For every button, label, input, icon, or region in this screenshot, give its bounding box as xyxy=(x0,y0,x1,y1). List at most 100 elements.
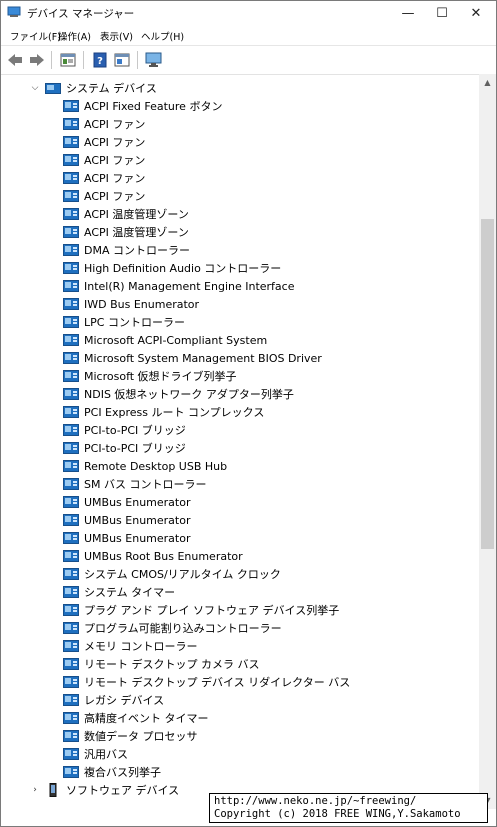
scroll-thumb[interactable] xyxy=(481,219,494,549)
maximize-button[interactable]: ☐ xyxy=(425,1,459,25)
help-button[interactable]: ? xyxy=(90,50,110,70)
device-item[interactable]: UMBus Enumerator xyxy=(63,511,191,529)
toolbar-separator xyxy=(137,51,138,69)
device-item[interactable]: Intel(R) Management Engine Interface xyxy=(63,277,294,295)
device-item[interactable]: リモート デスクトップ デバイス リダイレクター バス xyxy=(63,673,350,691)
menu-view[interactable]: 表示(V) xyxy=(100,29,133,43)
device-label: ACPI ファン xyxy=(84,190,146,203)
device-item[interactable]: 数値データ プロセッサ xyxy=(63,727,198,745)
minimize-button[interactable]: — xyxy=(391,1,425,25)
device-item[interactable]: ACPI ファン xyxy=(63,151,145,169)
device-label: Remote Desktop USB Hub xyxy=(84,459,228,473)
device-item[interactable]: システム タイマー xyxy=(63,583,175,601)
device-item[interactable]: NDIS 仮想ネットワーク アダプター列挙子 xyxy=(63,385,294,403)
device-item[interactable]: メモリ コントローラー xyxy=(63,637,198,655)
update-driver-button[interactable] xyxy=(112,50,132,70)
device-item[interactable]: ACPI ファン xyxy=(63,115,145,133)
device-label: UMBus Enumerator xyxy=(84,531,191,545)
device-label: SM バス コントローラー xyxy=(84,478,207,491)
device-label: IWD Bus Enumerator xyxy=(84,297,200,311)
device-label: UMBus Enumerator xyxy=(84,495,191,509)
device-item[interactable]: High Definition Audio コントローラー xyxy=(63,259,281,277)
device-item[interactable]: Microsoft 仮想ドライブ列挙子 xyxy=(63,367,237,385)
device-label: ACPI 温度管理ゾーン xyxy=(84,226,189,239)
scroll-up-arrow[interactable]: ▲ xyxy=(479,74,496,91)
device-item[interactable]: システム CMOS/リアルタイム クロック xyxy=(63,565,281,583)
device-item[interactable]: リモート デスクトップ カメラ バス xyxy=(63,655,260,673)
device-item[interactable]: UMBus Root Bus Enumerator xyxy=(63,547,243,565)
vertical-scrollbar[interactable]: ▲ ▼ xyxy=(479,74,496,809)
svg-text:?: ? xyxy=(97,56,103,67)
device-item[interactable]: IWD Bus Enumerator xyxy=(63,295,199,313)
menu-action[interactable]: 操作(A) xyxy=(58,29,91,43)
device-item[interactable]: ACPI ファン xyxy=(63,187,145,205)
collapse-chevron-icon[interactable]: ⌵ xyxy=(29,82,41,94)
device-label: レガシ デバイス xyxy=(84,694,165,707)
system-device-icon xyxy=(63,694,79,706)
device-item[interactable]: レガシ デバイス xyxy=(63,691,164,709)
scan-hardware-button[interactable] xyxy=(144,50,164,70)
device-item[interactable]: PCI Express ルート コンプレックス xyxy=(63,403,264,421)
system-device-icon xyxy=(63,208,79,220)
device-item[interactable]: ACPI Fixed Feature ボタン xyxy=(63,97,222,115)
system-device-icon xyxy=(63,658,79,670)
device-item[interactable]: Remote Desktop USB Hub xyxy=(63,457,227,475)
toolbar: ? xyxy=(1,45,496,74)
device-item[interactable]: ACPI ファン xyxy=(63,133,145,151)
device-item[interactable]: SM バス コントローラー xyxy=(63,475,206,493)
forward-button[interactable] xyxy=(27,50,47,70)
device-item[interactable]: DMA コントローラー xyxy=(63,241,190,259)
device-item[interactable]: UMBus Enumerator xyxy=(63,529,191,547)
properties-icon xyxy=(60,53,76,67)
device-label: ACPI ファン xyxy=(84,136,146,149)
system-device-icon xyxy=(63,730,79,742)
back-button[interactable] xyxy=(5,50,25,70)
device-label: ACPI Fixed Feature ボタン xyxy=(84,100,223,113)
properties-button[interactable] xyxy=(58,50,78,70)
category-label: ソフトウェア デバイス xyxy=(66,784,180,797)
device-item[interactable]: PCI-to-PCI ブリッジ xyxy=(63,439,186,457)
category-label: システム デバイス xyxy=(66,82,157,95)
system-device-icon xyxy=(63,586,79,598)
device-label: ACPI ファン xyxy=(84,118,146,131)
device-item[interactable]: Microsoft ACPI-Compliant System xyxy=(63,331,267,349)
system-device-icon xyxy=(63,442,79,454)
device-label: プラグ アンド プレイ ソフトウェア デバイス列挙子 xyxy=(84,604,340,617)
menu-help[interactable]: ヘルプ(H) xyxy=(141,29,184,43)
device-item[interactable]: 汎用バス xyxy=(63,745,128,763)
device-label: ACPI ファン xyxy=(84,154,146,167)
device-item[interactable]: UMBus Enumerator xyxy=(63,493,191,511)
device-label: Microsoft 仮想ドライブ列挙子 xyxy=(84,370,237,383)
help-icon: ? xyxy=(93,52,107,68)
system-device-icon xyxy=(63,622,79,634)
device-item[interactable]: プラグ アンド プレイ ソフトウェア デバイス列挙子 xyxy=(63,601,339,619)
device-item[interactable]: プログラム可能割り込みコントローラー xyxy=(63,619,282,637)
device-item[interactable]: LPC コントローラー xyxy=(63,313,185,331)
device-item[interactable]: 複合バス列挙子 xyxy=(63,763,161,781)
close-button[interactable]: ✕ xyxy=(459,1,493,25)
system-device-icon xyxy=(63,190,79,202)
device-item[interactable]: ACPI 温度管理ゾーン xyxy=(63,223,189,241)
device-item[interactable]: 高精度イベント タイマー xyxy=(63,709,209,727)
menu-bar: ファイル(F) 操作(A) 表示(V) ヘルプ(H) xyxy=(1,25,496,45)
device-item[interactable]: ACPI ファン xyxy=(63,169,145,187)
toolbar-separator xyxy=(51,51,52,69)
system-device-icon xyxy=(63,334,79,346)
device-label: NDIS 仮想ネットワーク アダプター列挙子 xyxy=(84,388,294,401)
system-device-icon xyxy=(63,298,79,310)
menu-file[interactable]: ファイル(F) xyxy=(10,29,61,43)
device-item[interactable]: PCI-to-PCI ブリッジ xyxy=(63,421,186,439)
expand-chevron-icon[interactable]: › xyxy=(29,784,41,796)
category-software-devices[interactable]: › ソフトウェア デバイス xyxy=(29,781,179,799)
device-tree[interactable]: ⌵ システム デバイス ACPI Fixed Feature ボタン ACPI ファン… xyxy=(1,74,496,826)
device-label: リモート デスクトップ カメラ バス xyxy=(84,658,260,671)
system-device-icon xyxy=(63,244,79,256)
device-label: 汎用バス xyxy=(84,748,128,761)
category-system-devices[interactable]: ⌵ システム デバイス xyxy=(29,79,157,97)
title-bar[interactable]: デバイス マネージャー — ☐ ✕ xyxy=(1,1,496,25)
device-item[interactable]: ACPI 温度管理ゾーン xyxy=(63,205,189,223)
device-item[interactable]: Microsoft System Management BIOS Driver xyxy=(63,349,322,367)
device-label: システム タイマー xyxy=(84,586,176,599)
watermark-copyright: Copyright (c) 2018 FREE WING,Y.Sakamoto xyxy=(214,808,461,820)
system-device-icon xyxy=(63,460,79,472)
